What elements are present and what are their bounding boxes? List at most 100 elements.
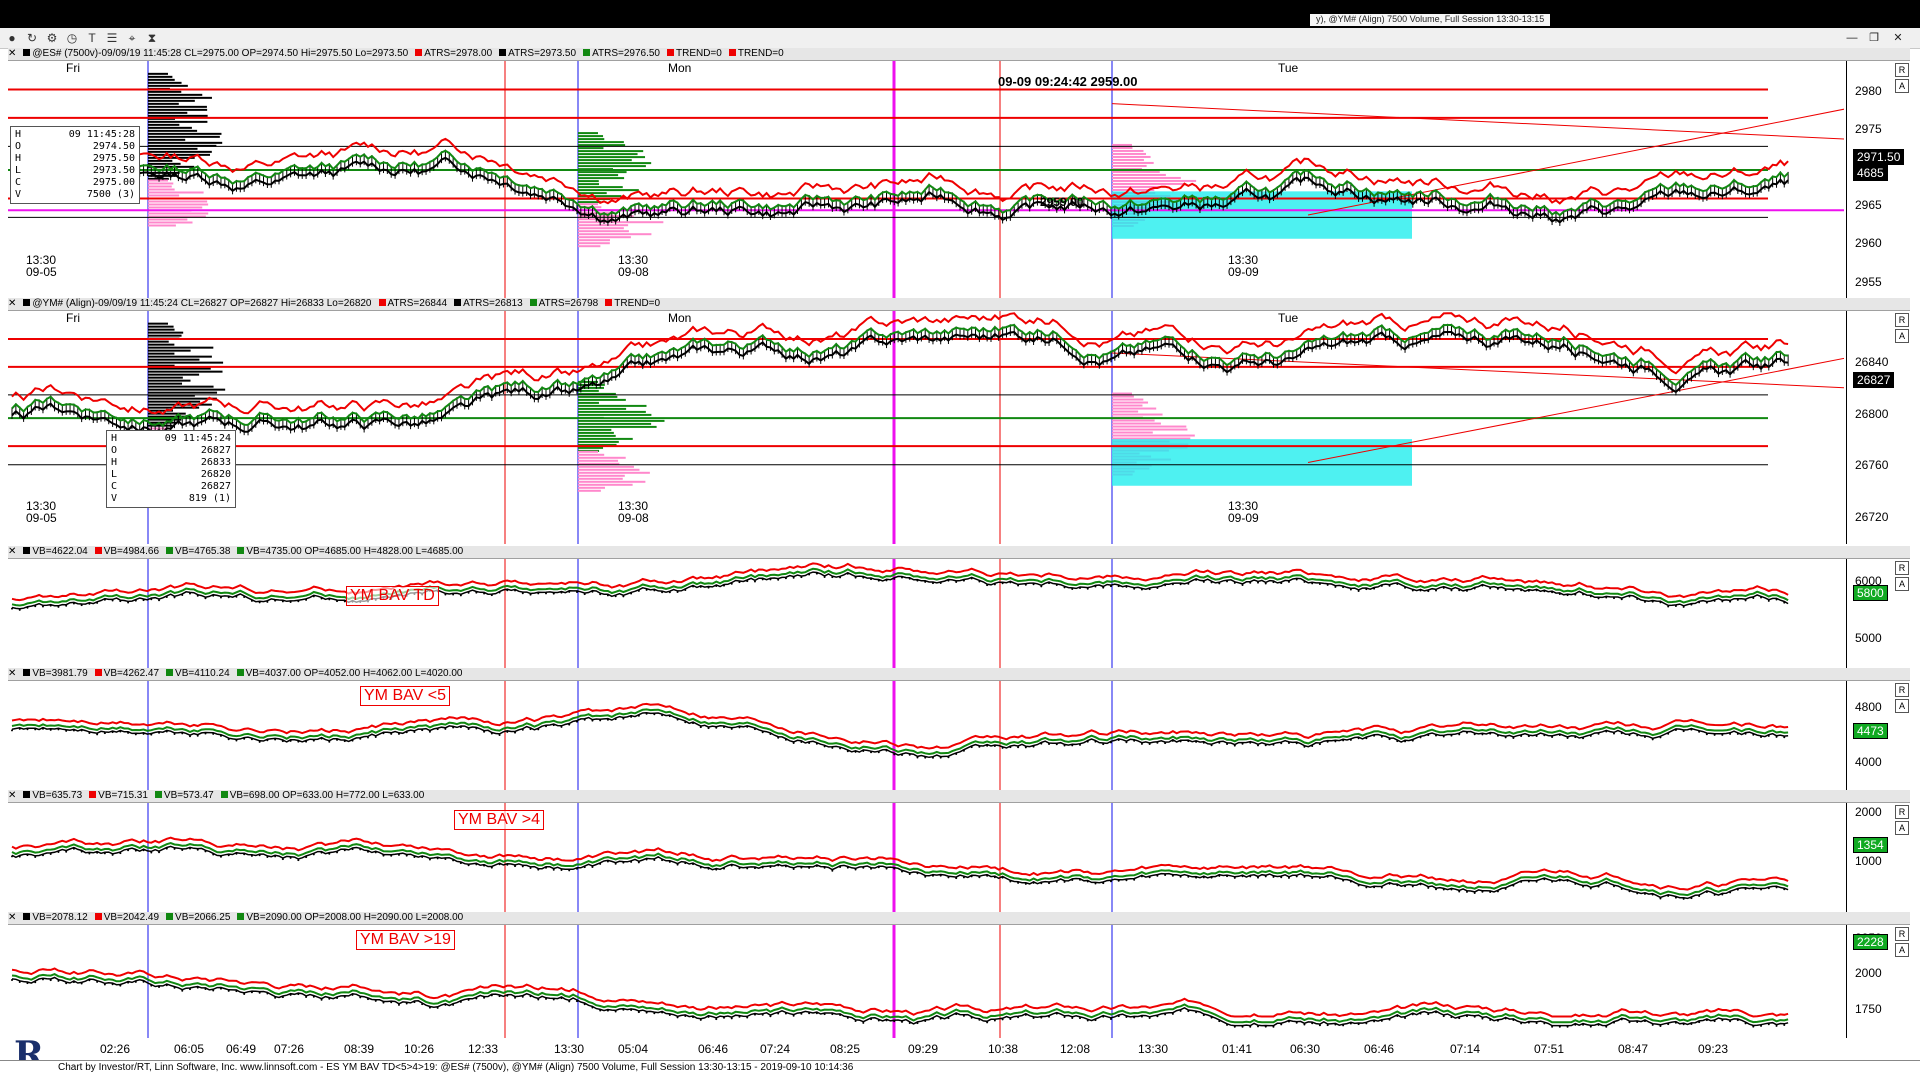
autoscale-button[interactable]: A [1895,699,1909,713]
rescale-button[interactable]: R [1895,313,1909,327]
data-dot [978,1018,981,1021]
price-axis[interactable]: 26840 26800 26760 26720 26827 R A [1846,311,1911,544]
header-text: ATRS=2973.50 [508,48,577,59]
volume-profile-bar [578,413,652,416]
refresh-icon[interactable]: ↻ [24,30,40,46]
volume-profile-bar [148,382,183,385]
data-dot [1117,585,1120,588]
rescale-button[interactable]: R [1895,805,1909,819]
header-text: ATRS=2978.00 [424,48,493,59]
data-dot [529,866,532,869]
close-pane-icon[interactable]: ✕ [8,48,16,59]
pane-bav1[interactable]: ✕ VB=4622.04 VB=4984.66 VB=4765.38 VB=4735.0… [8,546,1910,668]
link-icon[interactable]: ☰ [104,30,120,46]
volume-profile-bar [148,120,208,123]
data-dot [707,727,710,730]
autoscale-button[interactable]: A [1895,329,1909,343]
volume-profile-bar [578,407,627,410]
data-dot [1674,896,1677,899]
data-dot [1404,586,1407,589]
data-dot [738,581,741,584]
rescale-button[interactable]: R [1895,927,1909,941]
close-button[interactable]: ✕ [1888,30,1908,46]
data-dot [1527,589,1530,592]
data-dot [158,599,161,602]
title-icon[interactable]: T [84,30,100,46]
day-label: Mon [668,61,692,75]
autoscale-button[interactable]: A [1895,943,1909,957]
close-pane-icon[interactable]: ✕ [8,546,16,557]
price-axis[interactable]: 2000 1000 1354 R A [1846,803,1911,912]
data-dot [397,732,400,735]
price-axis[interactable]: 6000 5000 5800 R A [1846,559,1911,668]
data-dot [668,1014,671,1017]
volume-profile-bar [578,162,652,165]
volume-profile-bar [578,486,605,489]
pane-ym[interactable]: ✕ @YM# (Align)-09/09/19 11:45:24 CL=26827… [8,298,1910,544]
data-dot [692,1016,695,1019]
data-dot [1636,1021,1639,1024]
data-dot [1311,582,1314,585]
close-pane-icon[interactable]: ✕ [8,912,16,923]
volume-profile-bar [148,111,188,114]
data-dot [49,979,52,982]
close-pane-icon[interactable]: ✕ [8,298,16,309]
close-pane-icon[interactable]: ✕ [8,790,16,801]
data-dot [746,725,749,728]
rescale-button[interactable]: R [1895,561,1909,575]
data-dot [1520,1022,1523,1025]
globe-icon[interactable]: ● [4,30,20,46]
volume-profile-bar [148,159,173,162]
data-dot [854,1019,857,1022]
data-dot [986,874,989,877]
data-dot [1566,1025,1569,1028]
price-axis[interactable]: 4800 4000 4473 R A [1846,681,1911,790]
price-axis[interactable]: 2980297529702965296029552971.504685RA [1846,61,1911,298]
data-dot [699,1018,702,1021]
rescale-button[interactable]: R [1895,63,1909,77]
pane-bav2[interactable]: ✕ VB=3981.79 VB=4262.47 VB=4110.24 VB=4037.0… [8,668,1910,790]
settings-icon[interactable]: ⚙ [44,30,60,46]
data-dot [1094,882,1097,885]
pin-icon[interactable]: ⌖ [124,30,140,46]
clock-icon[interactable]: ◷ [64,30,80,46]
volume-profile-bar [578,395,618,398]
data-dot [80,604,83,607]
price-axis[interactable]: 2250200017502228RA [1846,925,1911,1038]
autoscale-button[interactable]: A [1895,821,1909,835]
data-dot [119,852,122,855]
volume-profile-bar [148,376,183,379]
data-dot [1373,1020,1376,1023]
data-dot [1713,893,1716,896]
data-dot [877,751,880,754]
data-dot [1179,583,1182,586]
price-plot [11,803,1789,912]
pane-es[interactable]: ✕ @ES# (7500v)-09/09/19 11:45:28 CL=2975.… [8,48,1910,298]
volume-profile-bar [1112,401,1149,404]
time-tick-label: 09:29 [908,1042,939,1056]
autoscale-button[interactable]: A [1895,79,1909,93]
data-dot [1605,596,1608,599]
time-tick-label: 01:41 [1222,1042,1253,1056]
data-dot [823,745,826,748]
legend-swatch [220,791,228,798]
data-dot [862,1021,865,1024]
close-pane-icon[interactable]: ✕ [8,668,16,679]
volume-profile-bar [148,81,182,84]
data-dot [142,980,145,983]
data-dot [661,1011,664,1014]
data-dot [1202,876,1205,879]
volume-profile-bar [1112,146,1133,149]
data-dot [428,730,431,733]
pane-bav3[interactable]: ✕ VB=635.73 VB=715.31 VB=573.47 VB=698.00 OP… [8,790,1910,912]
data-dot [723,867,725,870]
data-dot [784,865,787,868]
data-dot [165,595,168,598]
rescale-button[interactable]: R [1895,683,1909,697]
data-dot [947,756,950,759]
autoscale-button[interactable]: A [1895,577,1909,591]
hourglass-icon[interactable]: ⧗ [144,30,160,46]
restore-button[interactable]: ❐ [1864,30,1884,46]
pane-bav4[interactable]: ✕ VB=2078.12 VB=2042.49 VB=2066.25 VB=2090.0… [8,912,1910,1038]
minimize-button[interactable]: — [1842,30,1862,46]
